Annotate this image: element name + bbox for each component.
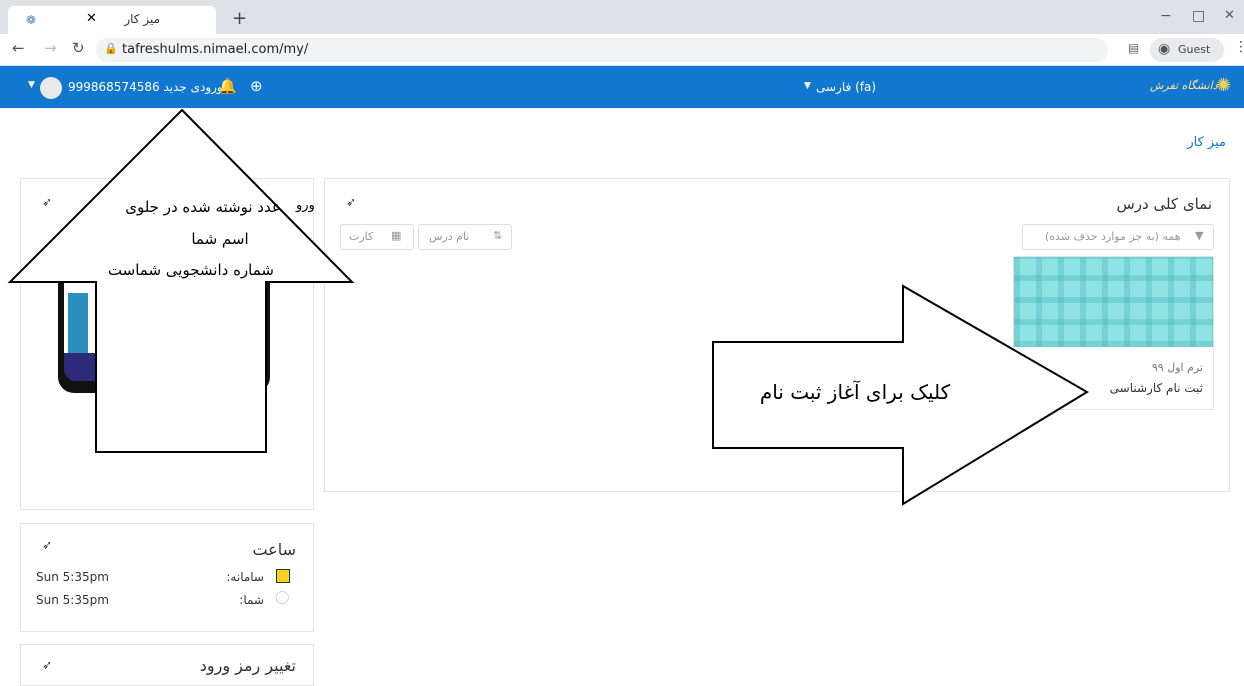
annotation-up-arrow: [7, 108, 355, 453]
sort-icon: ⇅: [493, 229, 503, 242]
grid-icon: ▦: [391, 229, 402, 242]
window-close-button[interactable]: ✕: [1224, 8, 1235, 23]
window-minimize-button[interactable]: −: [1160, 8, 1172, 24]
sort-label: نام درس: [429, 230, 470, 243]
clock-title: ساعت: [252, 540, 296, 559]
course-overview-title: نمای کلی درس: [1116, 195, 1212, 213]
bell-icon[interactable]: 🔔: [218, 77, 237, 95]
user-menu-caret-icon[interactable]: ▼: [28, 80, 35, 90]
tab-title: میز کار: [124, 12, 160, 26]
user-clock-icon: ◯: [275, 590, 290, 605]
clock-system-time: Sun 5:35pm: [36, 570, 109, 584]
breadcrumb[interactable]: میز کار: [1170, 135, 1226, 150]
url-field[interactable]: 🔒 tafreshulms.nimael.com/my/: [96, 38, 1108, 62]
new-tab-button[interactable]: +: [232, 8, 247, 29]
back-icon[interactable]: ←: [12, 39, 25, 57]
up-arrow-line-3: شماره دانشجویی شماست: [107, 261, 274, 279]
clock-pin-icon[interactable]: ➶: [42, 538, 52, 552]
clock-system-label: سامانه:: [226, 570, 264, 584]
sort-dropdown[interactable]: نام درس ⇅: [418, 224, 512, 250]
profile-label: Guest: [1178, 43, 1211, 56]
server-icon: [276, 569, 290, 583]
site-logo[interactable]: دانشگاه تفرش ✺: [1150, 72, 1236, 102]
profile-button[interactable]: ◉ Guest: [1150, 38, 1224, 62]
filter-dropdown[interactable]: همه (به جز موارد حذف شده) ▼: [1022, 224, 1214, 250]
password-block-title: تغییر رمز ورود: [199, 656, 296, 675]
menu-icon[interactable]: ⋮: [1234, 39, 1244, 55]
logo-emblem-icon: ✺: [1216, 75, 1232, 96]
right-arrow-text: کلیک برای آغاز ثبت نام: [759, 380, 951, 404]
translate-icon[interactable]: ▤: [1128, 41, 1139, 55]
clock-user-time: Sun 5:35pm: [36, 593, 109, 607]
guest-avatar-icon: ◉: [1158, 41, 1171, 57]
filter-label: همه (به جز موارد حذف شده): [1045, 230, 1181, 243]
avatar[interactable]: [40, 77, 62, 99]
language-caret-icon: ▼: [804, 81, 811, 91]
language-menu[interactable]: فارسی (fa): [816, 80, 876, 94]
tab-close-icon[interactable]: ✕: [86, 11, 97, 26]
download-icon[interactable]: ⊕: [250, 77, 263, 95]
password-pin-icon[interactable]: ➶: [42, 658, 52, 672]
url-text: tafreshulms.nimael.com/my/: [122, 42, 309, 57]
up-arrow-line-2: اسم شما: [191, 230, 249, 248]
favicon-icon: ❁: [26, 13, 37, 27]
course-term: ترم اول ۹۹: [1151, 361, 1203, 374]
window-maximize-button[interactable]: □: [1192, 8, 1205, 24]
filter-icon: ▼: [1195, 229, 1204, 242]
reload-icon[interactable]: ↻: [72, 39, 85, 57]
lock-icon: 🔒: [104, 42, 118, 55]
logo-text: دانشگاه تفرش: [1150, 79, 1218, 92]
clock-user-label: شما:: [239, 593, 264, 607]
forward-icon[interactable]: →: [44, 39, 57, 57]
user-name[interactable]: ورودی جدید 999868574586: [68, 80, 223, 94]
browser-tab[interactable]: ❁ ✕ میز کار: [8, 6, 216, 34]
up-arrow-line-1: عدد نوشته شده در جلوی: [125, 198, 281, 216]
